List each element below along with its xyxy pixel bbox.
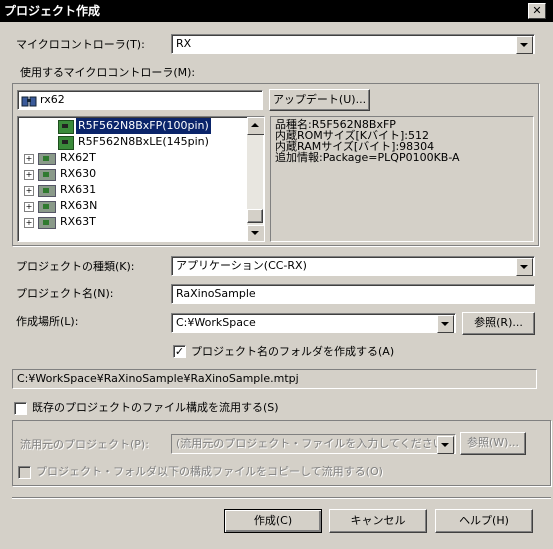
project-name-input[interactable]: RaXinoSample [171,284,535,304]
reuse-checkbox[interactable] [14,402,27,415]
reuse-source-combobox[interactable]: (流用元のプロジェクト・ファイルを入力してください) [171,434,456,454]
project-name-value: RaXinoSample [176,287,256,300]
microcontroller-combobox[interactable]: RX [171,34,535,54]
tree-item-label: R5F562N8BxLE(145pin) [78,135,209,148]
tree-group-label: RX63T [60,215,96,228]
chevron-down-icon[interactable] [437,315,454,333]
tree-group-label: RX63N [60,199,98,212]
tree-item-label: R5F562N8BxFP(100pin) [76,118,211,134]
window-title: プロジェクト作成 [0,0,553,22]
location-value: C:¥WorkSpace [176,316,256,329]
mc-tree[interactable]: R5F562N8BxFP(100pin) R5F562N8BxLE(145pin… [17,116,265,242]
scroll-thumb[interactable] [247,209,263,223]
project-type-combobox[interactable]: アプリケーション(CC-RX) [171,256,535,276]
copy-files-label: プロジェクト・フォルダ以下の構成ファイルをコピーして流用する(O) [36,465,383,478]
checkmark-icon: ✓ [174,345,185,358]
board-icon [38,185,56,197]
create-folder-checkbox[interactable]: ✓ [173,345,186,358]
tree-group-label: RX62T [60,151,96,164]
board-icon [38,201,56,213]
mc-search-input[interactable]: rx62 [17,90,263,110]
browse-source-button[interactable]: 参照(W)... [460,432,526,455]
location-label: 作成場所(L): [16,315,79,328]
chip-icon [58,120,74,134]
used-mc-label: 使用するマイクロコントローラ(M): [20,66,196,79]
board-icon [38,217,56,229]
tree-group-rx63n[interactable]: + RX63N [24,198,224,214]
project-type-value: アプリケーション(CC-RX) [176,259,307,272]
board-icon [38,153,56,165]
reuse-source-placeholder: (流用元のプロジェクト・ファイルを入力してください) [176,437,448,450]
separator [12,497,551,499]
board-icon [38,169,56,181]
mc-info-panel: 品種名:R5F562N8BxFP 内蔵ROMサイズ[Kバイト]:512 内蔵RA… [270,116,534,242]
tree-group-rx631[interactable]: + RX631 [24,182,224,198]
chevron-down-icon[interactable] [516,36,533,54]
close-button[interactable]: ✕ [528,3,546,19]
close-icon: ✕ [532,4,542,17]
scroll-up-icon[interactable] [247,117,264,135]
microcontroller-value: RX [176,37,192,50]
scroll-down-icon[interactable] [247,225,264,241]
update-button[interactable]: アップデート(U)... [269,89,370,111]
tree-group-label: RX630 [60,167,97,180]
create-folder-label: プロジェクト名のフォルダを作成する(A) [191,345,395,358]
expand-plus-icon[interactable]: + [24,154,34,164]
cancel-button[interactable]: キャンセル [329,509,427,533]
reuse-label: 既存のプロジェクトのファイル構成を流用する(S) [32,401,279,414]
tree-group-label: RX631 [60,183,97,196]
chevron-down-icon[interactable] [437,436,454,454]
microcontroller-label: マイクロコントローラ(T): [16,38,145,51]
project-name-label: プロジェクト名(N): [16,287,114,300]
reuse-source-label: 流用元のプロジェクト(P): [20,438,149,451]
tree-group-rx63t[interactable]: + RX63T [24,214,224,230]
copy-files-checkbox[interactable] [18,466,31,479]
expand-plus-icon[interactable]: + [24,170,34,180]
tree-scrollbar[interactable] [247,117,264,241]
browse-location-button[interactable]: 参照(R)... [462,312,535,335]
create-button[interactable]: 作成(C) [224,509,322,533]
project-path-field: C:¥WorkSpace¥RaXinoSample¥RaXinoSample.m… [12,369,537,389]
binoculars-icon [21,96,37,107]
tree-group-rx62t[interactable]: + RX62T [24,150,224,166]
expand-plus-icon[interactable]: + [24,186,34,196]
expand-plus-icon[interactable]: + [24,218,34,228]
expand-plus-icon[interactable]: + [24,202,34,212]
mc-search-value: rx62 [40,93,65,106]
location-combobox[interactable]: C:¥WorkSpace [171,313,456,333]
info-line: 追加情報:Package=PLQP0100KB-A [275,151,460,164]
project-path-value: C:¥WorkSpace¥RaXinoSample¥RaXinoSample.m… [17,372,299,385]
project-type-label: プロジェクトの種類(K): [16,260,135,273]
chevron-down-icon[interactable] [516,258,533,276]
chip-icon [58,136,74,150]
tree-group-rx630[interactable]: + RX630 [24,166,224,182]
help-button[interactable]: ヘルプ(H) [435,509,533,533]
